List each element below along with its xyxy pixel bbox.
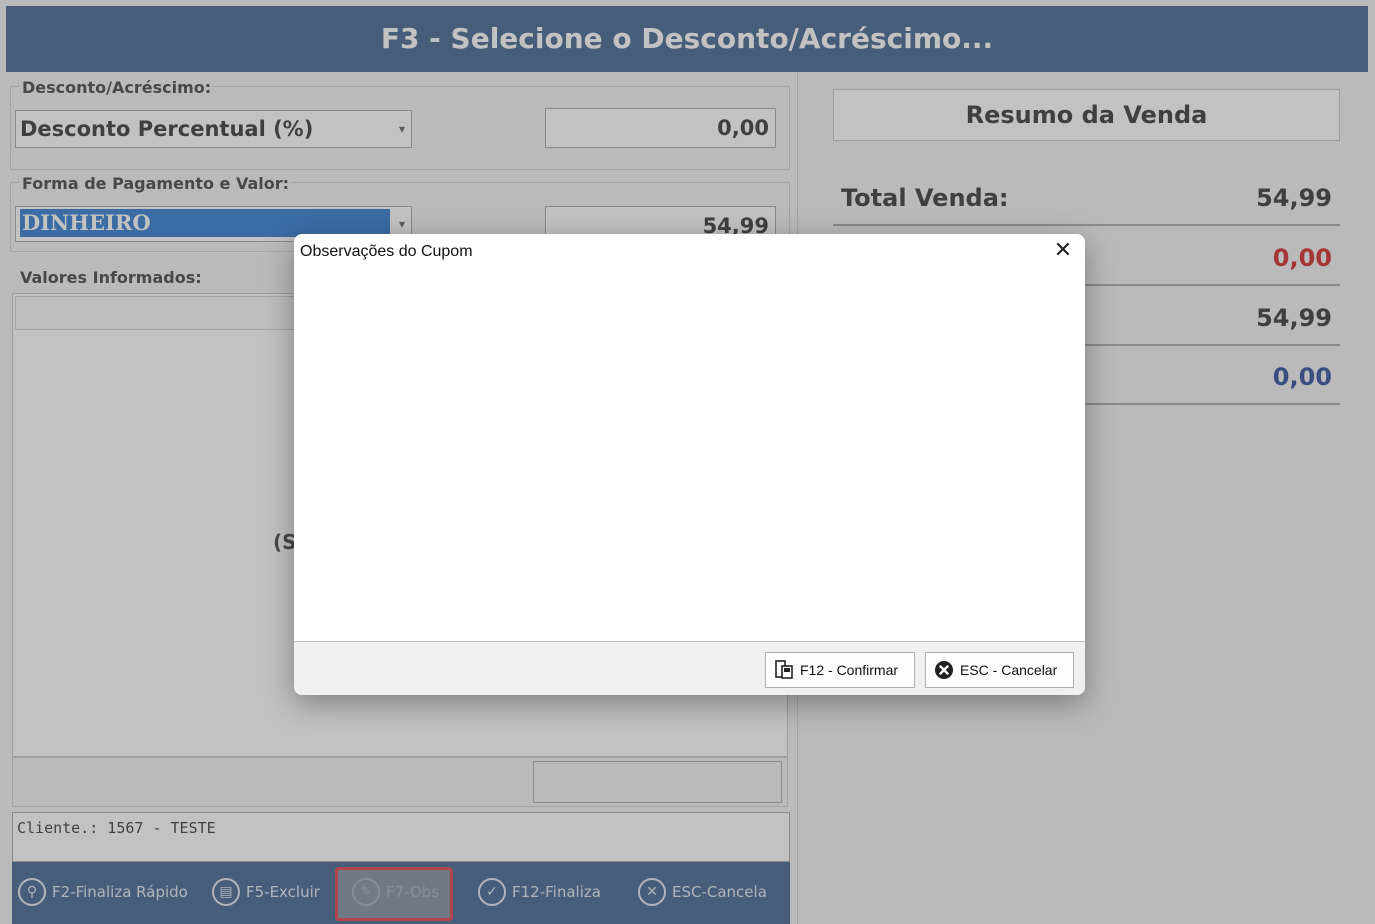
dialog-title: Observações do Cupom	[300, 243, 473, 260]
cancel-button[interactable]: ESC - Cancelar	[925, 652, 1074, 688]
confirm-label: F12 - Confirmar	[800, 662, 899, 678]
x-circle-icon	[935, 661, 953, 679]
save-document-icon	[775, 660, 793, 679]
dialog-footer: F12 - Confirmar ESC - Cancelar	[294, 642, 1085, 695]
observacoes-dialog: Observações do Cupom ✕ F12 - Confirmar E…	[294, 234, 1085, 695]
observacoes-textarea[interactable]	[294, 268, 1085, 642]
close-icon[interactable]: ✕	[1051, 238, 1075, 264]
cancel-label: ESC - Cancelar	[960, 662, 1058, 678]
confirm-button[interactable]: F12 - Confirmar	[765, 652, 915, 688]
